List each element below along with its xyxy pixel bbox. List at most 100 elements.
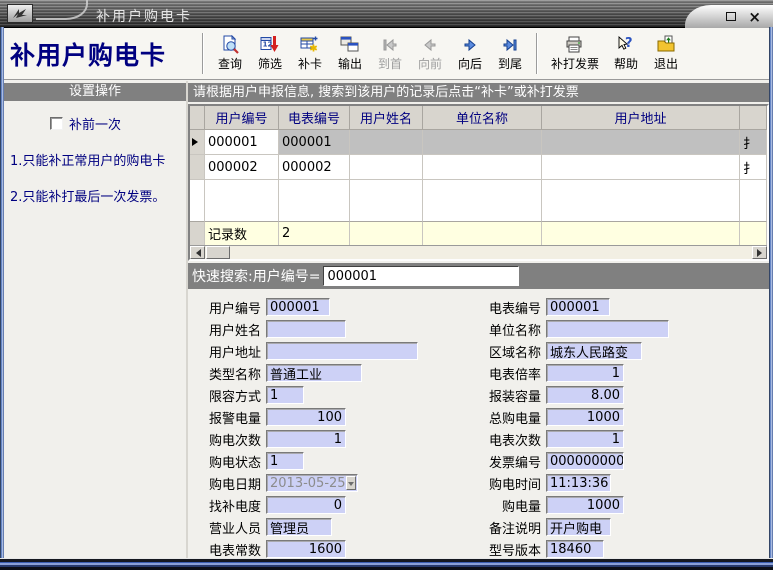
column-header-company[interactable]: 单位名称	[423, 106, 542, 130]
user-address-field[interactable]	[266, 342, 418, 360]
app-window: 补用户购电卡 × 补用户购电卡 查询 12 筛选	[0, 0, 773, 570]
query-button-label: 查询	[218, 55, 242, 72]
meter-constant-field[interactable]: 1600	[266, 540, 346, 558]
cell-user-id[interactable]: 000001	[205, 130, 279, 155]
limit-mode-field[interactable]: 1	[266, 386, 304, 404]
remark-field[interactable]: 开户购电	[546, 518, 611, 536]
alarm-energy-field[interactable]: 100	[266, 408, 346, 426]
operator-field[interactable]: 管理员	[266, 518, 332, 536]
adjust-energy-field[interactable]: 0	[266, 496, 346, 514]
meter-ratio-field[interactable]: 1	[546, 364, 624, 382]
meter-id-field[interactable]: 000001	[546, 298, 610, 316]
query-button[interactable]: 查询	[210, 28, 250, 79]
cell-user-name[interactable]	[350, 130, 423, 155]
column-header-meter-id[interactable]: 电表编号	[279, 106, 350, 130]
user-id-field[interactable]: 000001	[266, 298, 330, 316]
total-energy-field[interactable]: 1000	[546, 408, 624, 426]
go-next-button[interactable]: 向后	[450, 28, 490, 79]
scroll-right-button[interactable]	[752, 246, 767, 259]
field-label: 报警电量	[200, 408, 266, 427]
field-label: 找补电度	[200, 496, 266, 515]
redo-previous-checkbox-row[interactable]: 补前一次	[50, 114, 186, 133]
cell-meter-id[interactable]: 000002	[279, 155, 350, 180]
checkbox-icon[interactable]	[50, 117, 63, 130]
installed-capacity-field[interactable]: 8.00	[546, 386, 624, 404]
model-version-field[interactable]: 18460	[546, 540, 604, 558]
quick-search-input[interactable]	[323, 266, 519, 286]
title-bar: 补用户购电卡 ×	[0, 0, 773, 28]
type-name-field[interactable]: 普通工业	[266, 364, 362, 382]
cell-meter-id[interactable]: 000001	[279, 130, 350, 155]
column-header-user-id[interactable]: 用户编号	[205, 106, 279, 130]
purchase-date-combo[interactable]: 2013-05-25	[266, 474, 358, 492]
go-first-button: 到首	[370, 28, 410, 79]
table-row[interactable]: 000002 000002 扌	[190, 155, 767, 180]
field-label: 报装容量	[454, 386, 546, 405]
cell-address[interactable]	[542, 155, 740, 180]
quick-search-label: 快速搜索:用户编号=	[192, 266, 320, 286]
page-title: 补用户购电卡	[10, 28, 196, 79]
cell-company[interactable]	[423, 155, 542, 180]
exit-folder-icon	[656, 35, 676, 54]
purchase-time-field[interactable]: 11:13:36	[546, 474, 611, 492]
exit-button[interactable]: 退出	[646, 28, 686, 79]
field-label: 型号版本	[454, 540, 546, 559]
titlebar-swoosh-decoration	[36, 0, 88, 20]
column-header-user-name[interactable]: 用户姓名	[350, 106, 423, 130]
help-cursor-icon: ?	[616, 35, 636, 54]
close-button[interactable]: ×	[748, 12, 761, 22]
field-label: 用户姓名	[200, 320, 266, 339]
field-label: 区域名称	[454, 342, 546, 361]
purchase-energy-field[interactable]: 1000	[546, 496, 624, 514]
print-invoice-icon	[565, 35, 585, 54]
output-button[interactable]: 输出	[330, 28, 370, 79]
go-previous-icon	[421, 36, 439, 54]
table-row[interactable]: 000001 000001 扌	[190, 130, 767, 155]
scroll-left-button[interactable]	[190, 246, 205, 259]
dropdown-button[interactable]	[346, 476, 356, 490]
company-name-field[interactable]	[546, 320, 669, 338]
meter-times-field[interactable]: 1	[546, 430, 624, 448]
filter-button[interactable]: 12 筛选	[250, 28, 290, 79]
main-panel: 请根据用户申报信息, 搜索到该用户的记录后点击“补卡”或补打发票 用户编号 电表…	[188, 81, 769, 558]
go-last-button[interactable]: 到尾	[490, 28, 530, 79]
invoice-number-field[interactable]: 0000000001	[546, 452, 624, 470]
maximize-button[interactable]	[726, 12, 736, 21]
scrollbar-track[interactable]	[230, 246, 752, 259]
toolbar-separator	[536, 33, 538, 74]
sidebar: 设置操作 补前一次 1.只能补正常用户的购电卡 2.只能补打最后一次发票。	[4, 81, 188, 558]
reprint-invoice-button-label: 补打发票	[551, 55, 599, 72]
field-label: 电表常数	[200, 540, 266, 559]
cell-company[interactable]	[423, 130, 542, 155]
toolbar: 补用户购电卡 查询 12 筛选 补卡	[0, 28, 773, 80]
horizontal-scrollbar[interactable]	[190, 245, 767, 259]
cell-user-name[interactable]	[350, 155, 423, 180]
help-button[interactable]: ? 帮助	[606, 28, 646, 79]
go-previous-button-label: 向前	[418, 55, 442, 72]
output-button-label: 输出	[338, 55, 362, 72]
region-name-field[interactable]: 城东人民路变	[546, 342, 642, 360]
scrollbar-thumb[interactable]	[206, 246, 230, 259]
purchase-status-field[interactable]: 1	[266, 452, 304, 470]
row-indicator	[190, 130, 205, 155]
redo-previous-checkbox-label: 补前一次	[69, 114, 121, 133]
field-label: 电表次数	[454, 430, 546, 449]
go-next-button-label: 向后	[458, 55, 482, 72]
field-label: 电表编号	[454, 298, 546, 317]
cell-user-id[interactable]: 000002	[205, 155, 279, 180]
purchase-times-field[interactable]: 1	[266, 430, 346, 448]
search-doc-icon	[220, 35, 240, 54]
go-last-button-label: 到尾	[498, 55, 522, 72]
toolbar-separator	[202, 33, 204, 74]
user-name-field[interactable]	[266, 320, 346, 338]
replace-card-button[interactable]: 补卡	[290, 28, 330, 79]
record-count-row: 记录数 2	[190, 221, 767, 245]
reprint-invoice-button[interactable]: 补打发票	[544, 28, 606, 79]
cell-clipped: 扌	[740, 130, 767, 155]
column-header-address[interactable]: 用户地址	[542, 106, 740, 130]
cell-address[interactable]	[542, 130, 740, 155]
table-header-row: 用户编号 电表编号 用户姓名 单位名称 用户地址	[190, 106, 767, 130]
scroll-left-arrow-icon	[192, 249, 201, 257]
svg-text:12: 12	[263, 41, 273, 49]
window-border-bottom	[0, 558, 773, 570]
